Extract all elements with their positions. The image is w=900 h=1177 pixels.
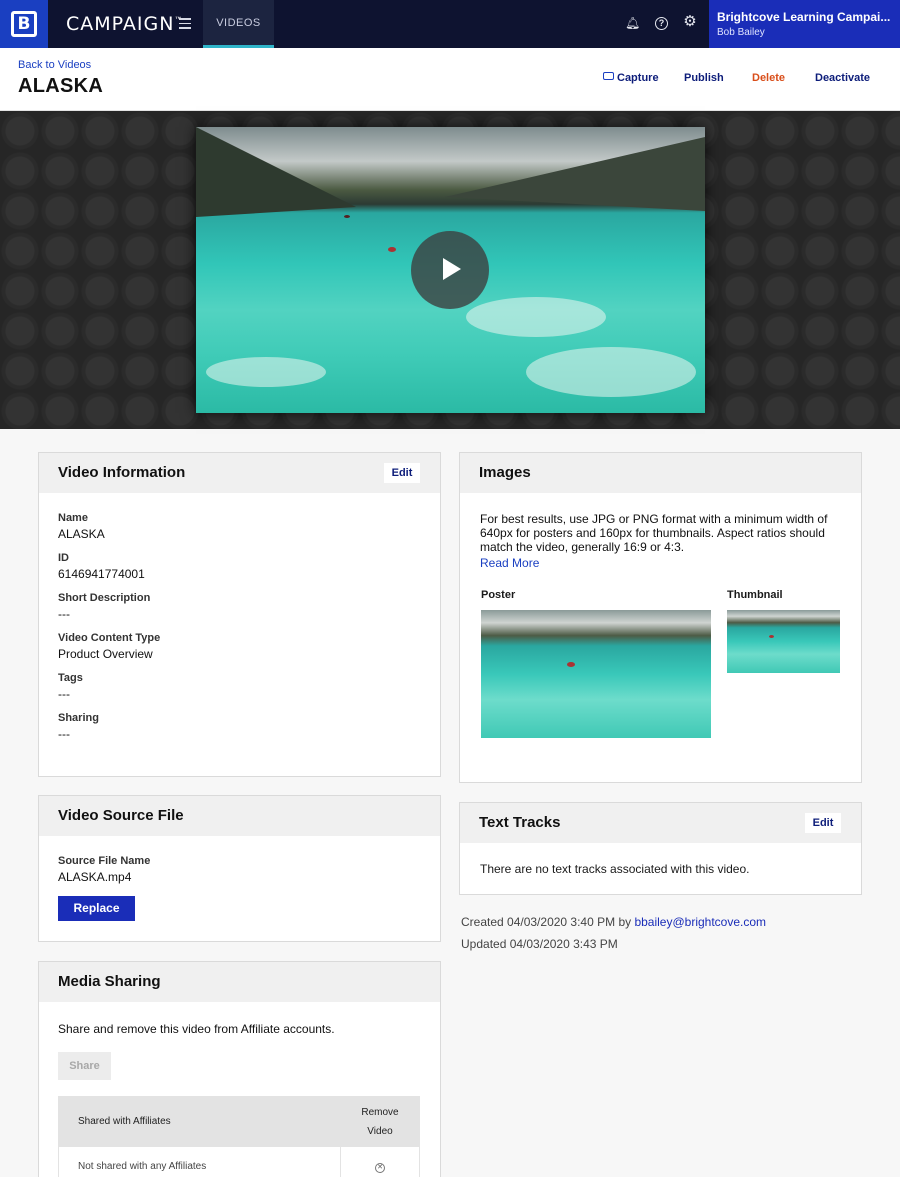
play-button[interactable] [411, 231, 489, 309]
field-value: ALASKA [58, 527, 105, 541]
field-value: --- [58, 687, 70, 701]
remove-icon[interactable]: ✕ [375, 1162, 385, 1173]
delete-button[interactable]: Delete [752, 72, 785, 84]
bell-icon[interactable]: 🔔︎ [625, 16, 640, 30]
read-more-link[interactable]: Read More [480, 556, 842, 570]
card-title: Images [479, 464, 531, 481]
text-tracks-card: Text Tracks Edit There are no text track… [459, 802, 862, 895]
video-player[interactable] [196, 127, 705, 413]
created-info: Created 04/03/2020 3:40 PM by bbailey@br… [461, 915, 767, 929]
card-title: Media Sharing [58, 973, 161, 990]
media-sharing-card: Media Sharing Share and remove this vide… [38, 961, 441, 1177]
text-tracks-empty-message: There are no text tracks associated with… [480, 862, 750, 876]
poster-label: Poster [481, 589, 516, 601]
help-icon[interactable]: ? [655, 17, 668, 30]
card-header: Video Information Edit [39, 453, 440, 493]
updated-info: Updated 04/03/2020 3:43 PM [461, 937, 618, 951]
field-label: Short Description [58, 592, 151, 604]
field-label: Sharing [58, 712, 99, 724]
creator-email-link[interactable]: bbailey@brightcove.com [634, 915, 766, 929]
field-value: Product Overview [58, 647, 153, 661]
thumbnail-image[interactable] [727, 610, 840, 673]
card-header: Images [460, 453, 861, 493]
page-title: ALASKA [18, 75, 104, 97]
top-nav: B CAMPAIGN™ VIDEOS 🔔︎ ? ⚙ Brightcove Lea… [0, 0, 900, 48]
share-button[interactable]: Share [58, 1052, 111, 1080]
video-source-file-card: Video Source File Source File Name ALASK… [38, 795, 441, 942]
player-stage [0, 111, 900, 429]
thumbnail-label: Thumbnail [727, 589, 783, 601]
affiliates-table: Shared with Affiliates Remove Video Not s… [58, 1096, 420, 1177]
remove-video-column-header: Remove Video [340, 1096, 420, 1147]
deactivate-button[interactable]: Deactivate [815, 72, 870, 84]
camera-icon [603, 72, 614, 80]
app-name: CAMPAIGN™ [66, 13, 184, 35]
menu-icon[interactable] [179, 18, 191, 29]
sharing-description: Share and remove this video from Affilia… [58, 1022, 335, 1036]
field-label: Video Content Type [58, 632, 161, 644]
account-name: Brightcove Learning Campai... [717, 10, 891, 24]
page-header: Back to Videos ALASKA Capture Publish De… [0, 48, 900, 111]
card-header: Media Sharing [39, 962, 440, 1002]
edit-text-tracks-button[interactable]: Edit [805, 813, 841, 833]
video-information-card: Video Information Edit Name ALASKA ID 6146… [38, 452, 441, 777]
field-label: ID [58, 552, 69, 564]
replace-button[interactable]: Replace [58, 896, 135, 921]
card-title: Text Tracks [479, 814, 561, 831]
source-file-label: Source File Name [58, 855, 151, 867]
gear-icon[interactable]: ⚙ [683, 14, 697, 29]
poster-image[interactable] [481, 610, 711, 738]
logo-b-icon: B [11, 11, 37, 37]
source-file-name: ALASKA.mp4 [58, 870, 132, 884]
edit-video-info-button[interactable]: Edit [384, 463, 420, 483]
account-switcher[interactable]: Brightcove Learning Campai... Bob Bailey [709, 0, 900, 48]
card-title: Video Source File [58, 807, 184, 824]
affiliates-column-header: Shared with Affiliates [58, 1096, 341, 1147]
table-row: Not shared with any Affiliates ✕ [58, 1146, 420, 1177]
affiliates-empty-text: Not shared with any Affiliates [58, 1146, 341, 1177]
account-user: Bob Bailey [717, 27, 765, 38]
card-title: Video Information [58, 464, 186, 481]
capture-button[interactable]: Capture [603, 72, 659, 84]
images-description: For best results, use JPG or PNG format … [480, 512, 828, 554]
tab-videos[interactable]: VIDEOS [203, 0, 274, 48]
field-value: --- [58, 727, 70, 741]
brightcove-logo[interactable]: B [0, 0, 48, 48]
field-label: Tags [58, 672, 83, 684]
card-header: Video Source File [39, 796, 440, 836]
field-label: Name [58, 512, 88, 524]
field-value: --- [58, 607, 70, 621]
publish-button[interactable]: Publish [684, 72, 724, 84]
card-header: Text Tracks Edit [460, 803, 861, 843]
back-to-videos-link[interactable]: Back to Videos [18, 59, 91, 71]
field-value: 6146941774001 [58, 567, 145, 581]
images-card: Images For best results, use JPG or PNG … [459, 452, 862, 783]
